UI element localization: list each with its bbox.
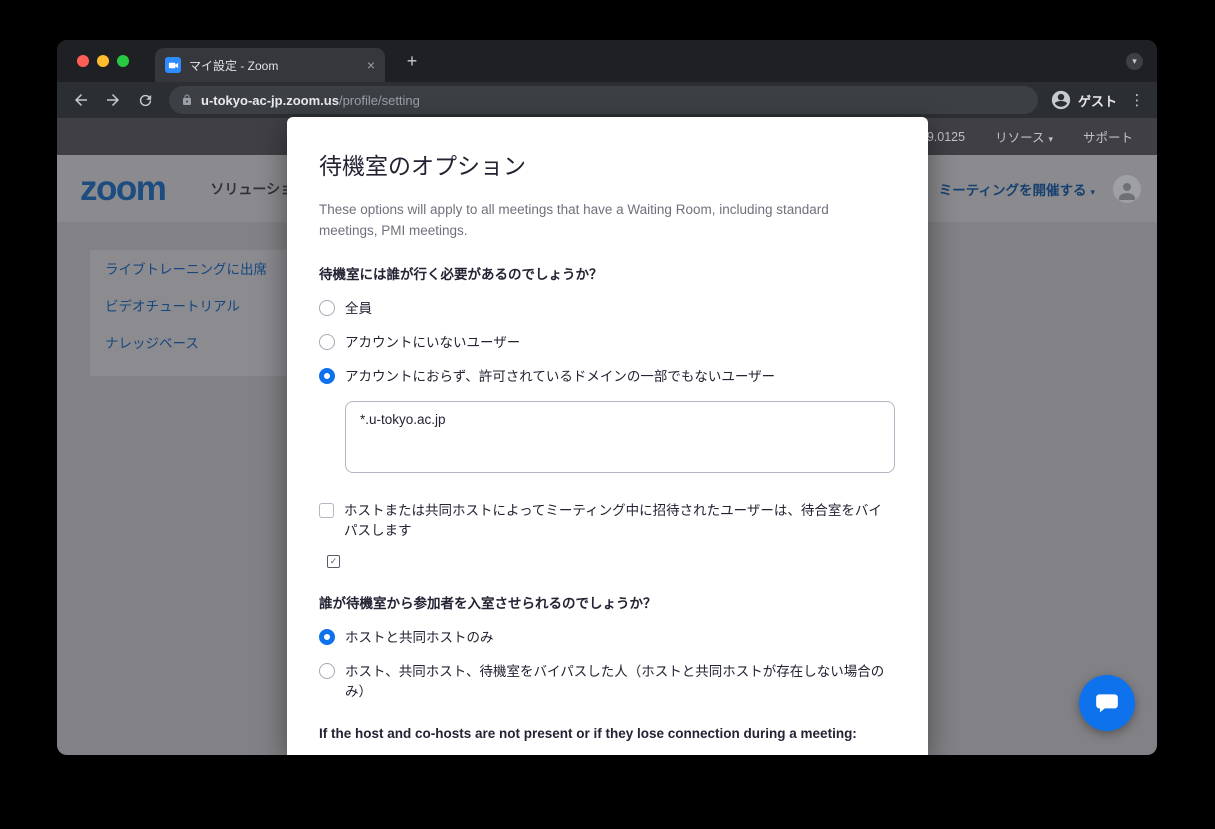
- window-controls: [77, 55, 129, 67]
- sidebar-link-video-tutorials[interactable]: ビデオチュートリアル: [105, 295, 240, 315]
- new-tab-button[interactable]: +: [399, 48, 425, 74]
- sidebar-link-live-training[interactable]: ライブトレーニングに出席: [105, 258, 267, 278]
- modal-title: 待機室のオプション: [319, 147, 896, 181]
- screen: マイ設定 - Zoom × + ▾ u-tokyo-ac-jp.zoom.us/…: [0, 0, 1215, 829]
- radio-label[interactable]: アカウントにおらず、許可されているドメインの一部でもないユーザー: [345, 367, 775, 387]
- chevron-down-icon: ▾: [1090, 187, 1095, 197]
- radio-host-cohosts-bypassed[interactable]: ホスト、共同ホスト、待機室をバイパスした人（ホストと共同ホストが存在しない場合の…: [319, 662, 896, 702]
- radio-icon[interactable]: [319, 629, 335, 645]
- checkbox-icon[interactable]: [319, 503, 334, 518]
- allowed-domains-input[interactable]: *.u-tokyo.ac.jp: [345, 401, 895, 473]
- browser-menu-icon[interactable]: ⋮: [1129, 91, 1145, 109]
- tab-title: マイ設定 - Zoom: [189, 57, 359, 74]
- waiting-room-options-modal: 待機室のオプション These options will apply to al…: [287, 117, 928, 755]
- question-who-admits-participants: 誰が待機室から参加者を入室させられるのでしょうか？: [319, 592, 896, 612]
- person-icon: [1115, 179, 1139, 203]
- radio-icon[interactable]: [319, 300, 335, 316]
- tab-close-icon[interactable]: ×: [367, 58, 375, 72]
- radio-host-cohosts-only[interactable]: ホストと共同ホストのみ: [319, 628, 896, 648]
- lock-icon[interactable]: [181, 94, 193, 106]
- minimize-window-button[interactable]: [97, 55, 109, 67]
- zoom-logo[interactable]: zoom: [80, 169, 165, 209]
- url-path: /profile/setting: [339, 93, 420, 108]
- radio-label[interactable]: ホスト、共同ホスト、待機室をバイパスした人（ホストと共同ホストが存在しない場合の…: [345, 662, 890, 702]
- checkbox-label[interactable]: ホストまたは共同ホストによってミーティング中に招待されたユーザーは、待合室をバイ…: [344, 501, 889, 541]
- nav-support[interactable]: サポート: [1083, 127, 1133, 146]
- reload-icon[interactable]: [133, 88, 157, 112]
- address-bar[interactable]: u-tokyo-ac-jp.zoom.us/profile/setting: [169, 86, 1038, 114]
- forward-icon[interactable]: [101, 88, 125, 112]
- host-meeting-button[interactable]: ミーティングを開催する▾: [939, 179, 1095, 199]
- tab-strip: マイ設定 - Zoom × + ▾: [57, 40, 1157, 82]
- chevron-down-icon: ▾: [1048, 134, 1053, 144]
- guest-avatar-icon: [1050, 89, 1072, 111]
- browser-window: マイ設定 - Zoom × + ▾ u-tokyo-ac-jp.zoom.us/…: [57, 40, 1157, 755]
- radio-icon[interactable]: [319, 368, 335, 384]
- back-icon[interactable]: [69, 88, 93, 112]
- browser-profile-chip[interactable]: ゲスト: [1050, 89, 1117, 111]
- url-text: u-tokyo-ac-jp.zoom.us/profile/setting: [201, 93, 420, 108]
- chat-bubble-icon: [1094, 690, 1120, 716]
- browser-toolbar: u-tokyo-ac-jp.zoom.us/profile/setting ゲス…: [57, 82, 1157, 118]
- guest-label: ゲスト: [1078, 91, 1117, 110]
- inline-checkbox-icon[interactable]: ✓: [327, 555, 340, 568]
- account-avatar[interactable]: [1113, 175, 1141, 203]
- radio-icon[interactable]: [319, 334, 335, 350]
- fullscreen-window-button[interactable]: [117, 55, 129, 67]
- close-window-button[interactable]: [77, 55, 89, 67]
- radio-users-not-in-account[interactable]: アカウントにいないユーザー: [319, 333, 896, 353]
- nav-resources[interactable]: リソース▾: [995, 127, 1053, 146]
- zoom-favicon-icon: [165, 57, 181, 73]
- radio-everyone[interactable]: 全員: [319, 299, 896, 319]
- radio-label[interactable]: アカウントにいないユーザー: [345, 333, 520, 353]
- question-host-not-present: If the host and co-hosts are not present…: [319, 726, 896, 741]
- question-who-goes-to-waiting-room: 待機室には誰が行く必要があるのでしょうか？: [319, 263, 896, 283]
- checkbox-bypass-waiting-room[interactable]: ホストまたは共同ホストによってミーティング中に招待されたユーザーは、待合室をバイ…: [319, 501, 896, 541]
- radio-users-not-in-account-or-domains[interactable]: アカウントにおらず、許可されているドメインの一部でもないユーザー: [319, 367, 896, 387]
- radio-label[interactable]: ホストと共同ホストのみ: [345, 628, 494, 648]
- radio-icon[interactable]: [319, 663, 335, 679]
- tab-search-icon[interactable]: ▾: [1126, 53, 1143, 70]
- modal-description: These options will apply to all meetings…: [319, 199, 879, 241]
- sidebar-link-knowledge-base[interactable]: ナレッジベース: [105, 332, 199, 352]
- radio-label[interactable]: 全員: [345, 299, 372, 319]
- browser-tab[interactable]: マイ設定 - Zoom ×: [155, 48, 385, 82]
- chat-widget-button[interactable]: [1079, 675, 1135, 731]
- url-host: u-tokyo-ac-jp.zoom.us: [201, 93, 339, 108]
